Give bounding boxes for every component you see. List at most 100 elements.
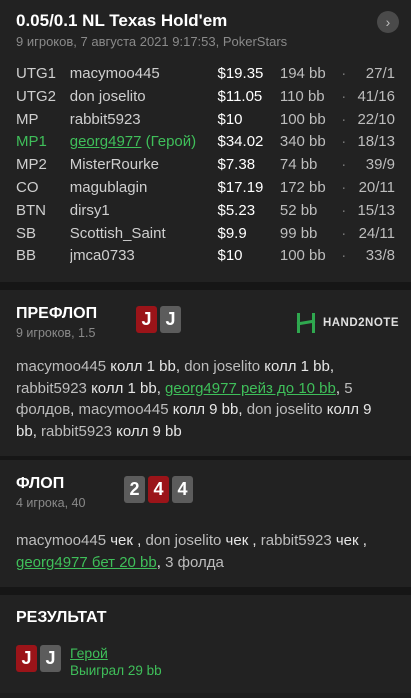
separator-dot: · <box>341 247 347 265</box>
playing-card: 4 <box>148 476 169 504</box>
action-player[interactable]: don joselito <box>247 401 323 418</box>
action-player[interactable]: macymoo445 <box>79 401 169 418</box>
player-stat: 24/11 <box>358 224 395 242</box>
player-stack-bb: 100 bb <box>279 247 326 265</box>
action-text: чек <box>225 532 249 550</box>
preflop-subtitle: 9 игроков, 1.5 <box>16 326 96 341</box>
player-row-hero[interactable]: MP1 georg4977 (Герой) $34.02 340 bb · 18… <box>16 131 395 154</box>
player-name[interactable]: magublagin <box>70 177 218 200</box>
hero-name-link[interactable]: georg4977 <box>70 133 142 150</box>
preflop-title: ПРЕФЛОП <box>16 305 98 323</box>
player-stack: $7.38 <box>217 156 256 174</box>
player-row[interactable]: UTG1 macymoo445 $19.35 194 bb · 27/1 <box>16 63 395 86</box>
hero-tag: (Герой) <box>141 133 197 151</box>
action-text: колл 1 bb <box>110 358 176 376</box>
player-stack-bb: 110 bb <box>279 87 325 105</box>
player-position: MP2 <box>16 156 47 174</box>
playing-card: J <box>16 645 37 673</box>
player-name[interactable]: dirsy1 <box>70 200 218 223</box>
separator-dot: · <box>341 65 347 82</box>
hand-title: 0.05/0.1 NL Texas Hold'em <box>16 11 228 30</box>
playing-card: J <box>40 645 61 673</box>
won-amount: Выиграл 29 bb <box>70 663 162 679</box>
player-stack-bb: 52 bb <box>279 201 318 219</box>
result-section: РЕЗУЛЬТАТ J J Герой Выиграл 29 bb <box>0 595 411 694</box>
player-position: UTG1 <box>16 65 57 82</box>
result-title: РЕЗУЛЬТАТ <box>16 609 107 627</box>
flop-actions: macymoo445 чек , don joselito чек , rabb… <box>16 532 367 571</box>
separator-dot: · <box>341 133 347 151</box>
hero-hole-cards: J J <box>16 645 61 673</box>
player-row[interactable]: UTG2 don joselito $11.05 110 bb · 41/16 <box>16 86 395 109</box>
player-name-hero[interactable]: georg4977 (Герой) <box>70 131 218 154</box>
player-stat: 33/8 <box>365 247 395 265</box>
flop-board-cards: 2 4 4 <box>124 476 193 504</box>
player-stack: $19.35 <box>217 65 264 82</box>
player-position: SB <box>16 224 37 242</box>
player-stack: $17.19 <box>217 178 264 196</box>
action-player[interactable]: don joselito <box>145 532 221 549</box>
player-stat: 15/13 <box>357 201 395 219</box>
preflop-section: ПРЕФЛОП 9 игроков, 1.5 J J HAND2NOTE mac… <box>0 290 411 457</box>
player-stack: $9.9 <box>217 224 247 242</box>
playing-card: J <box>136 306 157 334</box>
player-stack-bb: 340 bb <box>279 133 326 151</box>
playing-card: J <box>160 306 181 334</box>
player-stack: $34.02 <box>217 133 264 151</box>
player-position: UTG2 <box>16 87 57 105</box>
chevron-right-icon[interactable]: › <box>377 11 399 33</box>
result-row: J J Герой Выиграл 29 bb <box>16 645 395 679</box>
player-stack: $10 <box>217 247 243 265</box>
separator-dot: · <box>341 87 347 105</box>
player-position: MP1 <box>16 133 47 151</box>
player-stack: $10 <box>217 110 243 128</box>
action-player[interactable]: rabbit5923 <box>261 532 332 549</box>
player-name[interactable]: MisterRourke <box>70 154 218 177</box>
separator-dot: · <box>341 201 347 219</box>
player-name[interactable]: Scottish_Saint <box>70 223 218 246</box>
player-name[interactable]: don joselito <box>70 86 218 109</box>
action-player[interactable]: don joselito <box>184 358 260 375</box>
player-row[interactable]: CO magublagin $17.19 172 bb · 20/11 <box>16 177 395 200</box>
player-name[interactable]: rabbit5923 <box>70 109 218 132</box>
hero-label[interactable]: Герой <box>70 645 162 662</box>
playing-card: 2 <box>124 476 145 504</box>
player-stat: 39/9 <box>365 156 395 174</box>
player-name[interactable]: macymoo445 <box>70 63 218 86</box>
player-position: MP <box>16 110 39 128</box>
player-stat: 18/13 <box>357 133 395 151</box>
player-row[interactable]: MP rabbit5923 $10 100 bb · 22/10 <box>16 109 395 132</box>
section-divider <box>0 587 411 596</box>
action-text: чек <box>110 532 133 550</box>
players-table: UTG1 macymoo445 $19.35 194 bb · 27/1 UTG… <box>0 57 411 282</box>
action-text: чек <box>335 532 359 550</box>
player-stack-bb: 194 bb <box>279 65 326 82</box>
folds-text: 3 фолда <box>165 553 224 571</box>
action-player[interactable]: macymoo445 <box>16 358 106 375</box>
action-text: колл 9 bb <box>116 422 182 440</box>
action-player[interactable]: macymoo445 <box>16 532 106 549</box>
playing-card: 4 <box>172 476 193 504</box>
separator-dot: · <box>341 156 347 174</box>
player-stack-bb: 100 bb <box>279 110 326 128</box>
player-row[interactable]: SB Scottish_Saint $9.9 99 bb · 24/11 <box>16 223 395 246</box>
flop-section: ФЛОП 4 игрока, 40 2 4 4 macymoo445 чек ,… <box>0 460 411 588</box>
player-stack: $5.23 <box>217 201 256 219</box>
separator-dot: · <box>341 110 347 128</box>
hero-action[interactable]: georg4977 бет 20 bb <box>16 554 157 571</box>
hand-subtitle: 9 игроков, 7 августа 2021 9:17:53, Poker… <box>16 34 288 49</box>
player-row[interactable]: MP2 MisterRourke $7.38 74 bb · 39/9 <box>16 154 395 177</box>
action-player[interactable]: rabbit5923 <box>41 423 112 440</box>
hand2note-logo-icon <box>296 313 316 334</box>
player-name[interactable]: jmca0733 <box>70 245 218 268</box>
player-row[interactable]: BB jmca0733 $10 100 bb · 33/8 <box>16 245 395 268</box>
action-player[interactable]: rabbit5923 <box>16 380 87 397</box>
player-position: BB <box>16 247 37 265</box>
hero-action[interactable]: georg4977 рейз до 10 bb <box>165 380 336 397</box>
player-stack-bb: 74 bb <box>279 156 318 174</box>
player-row[interactable]: BTN dirsy1 $5.23 52 bb · 15/13 <box>16 200 395 223</box>
hero-hole-cards: J J <box>136 306 181 334</box>
player-stat: 27/1 <box>365 65 395 82</box>
separator-dot: · <box>341 178 347 196</box>
action-text: колл 9 bb <box>172 401 239 419</box>
